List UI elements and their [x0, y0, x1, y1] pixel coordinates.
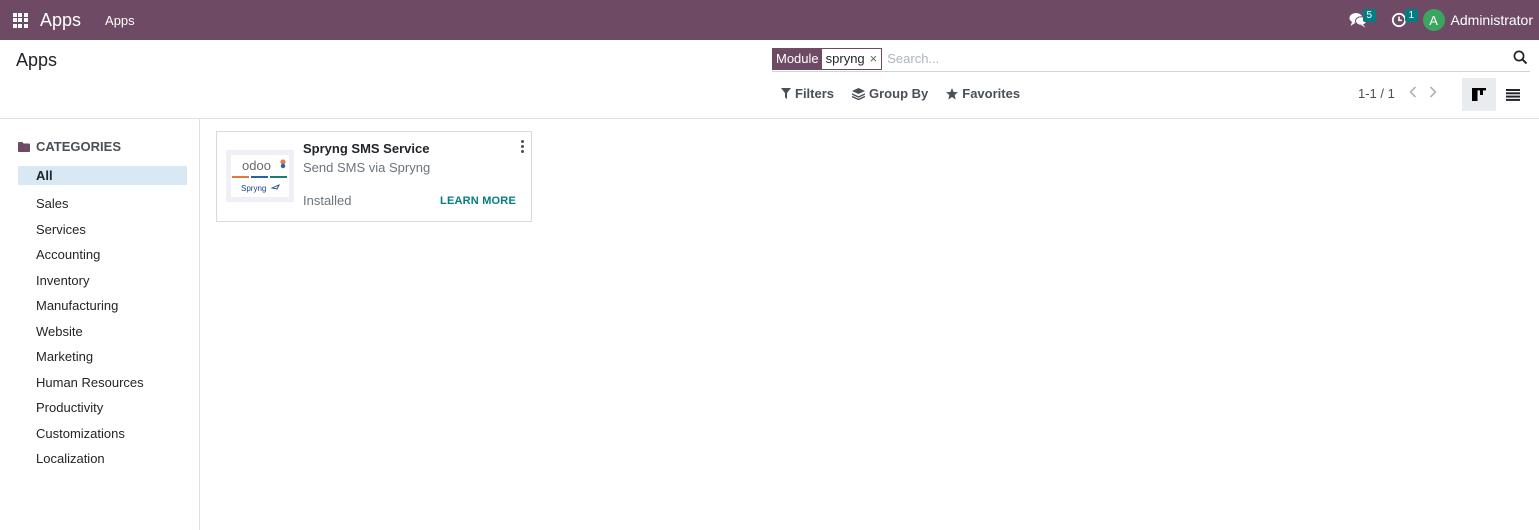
- list-icon: [1506, 88, 1520, 101]
- kanban-icon: [1472, 88, 1486, 101]
- kanban-view-button[interactable]: [1462, 78, 1496, 111]
- facet-value: spryng: [825, 50, 865, 66]
- page-title: Apps: [16, 50, 58, 70]
- nav-menu-apps[interactable]: Apps: [105, 13, 135, 28]
- category-human-resources[interactable]: Human Resources: [18, 370, 187, 396]
- favorites-button[interactable]: Favorites: [946, 86, 1020, 101]
- category-website[interactable]: Website: [18, 319, 187, 345]
- spryng-logo-icon: odoo Spryng: [226, 150, 294, 202]
- categories-header: CATEGORIES: [18, 139, 121, 154]
- pager-previous-icon[interactable]: [1409, 86, 1417, 101]
- logo-text: odoo: [242, 158, 271, 173]
- activities-button[interactable]: 1: [1377, 0, 1419, 40]
- app-title: Spryng SMS Service: [303, 141, 430, 156]
- search-options: Filters Group By Favorites: [781, 86, 1038, 101]
- list-view-button[interactable]: [1496, 78, 1530, 111]
- facet-value-wrap: spryng ×: [821, 48, 882, 69]
- app-card[interactable]: odoo Spryng Spryng SMS Service Send SMS …: [216, 131, 532, 222]
- category-accounting[interactable]: Accounting: [18, 242, 187, 268]
- search-icon[interactable]: [1513, 50, 1528, 68]
- app-summary: Send SMS via Spryng: [303, 160, 431, 175]
- filters-label: Filters: [795, 86, 835, 101]
- app-menu-icon[interactable]: [2, 0, 38, 40]
- category-services[interactable]: Services: [18, 217, 187, 243]
- avatar: A: [1422, 9, 1445, 31]
- category-sales[interactable]: Sales: [18, 191, 187, 217]
- group-by-label: Group By: [869, 86, 929, 101]
- category-manufacturing[interactable]: Manufacturing: [18, 293, 187, 319]
- category-customizations[interactable]: Customizations: [18, 421, 187, 447]
- facet-label: Module: [773, 48, 822, 69]
- category-list: All Sales Services Accounting Inventory …: [18, 166, 187, 472]
- app-icon: odoo Spryng: [226, 150, 294, 202]
- top-navbar: Apps Apps 5 1 A Administrator: [0, 0, 1539, 40]
- category-inventory[interactable]: Inventory: [18, 268, 187, 294]
- kanban-view: odoo Spryng Spryng SMS Service Send SMS …: [200, 119, 1539, 530]
- user-menu[interactable]: A Administrator: [1417, 9, 1539, 31]
- card-menu-icon[interactable]: [519, 140, 525, 153]
- folder-icon: [18, 141, 30, 152]
- control-panel: Apps Module spryng × Filters Group By Fa…: [0, 40, 1539, 119]
- filter-icon: [781, 88, 791, 99]
- pager: 1-1 / 1: [1358, 86, 1437, 101]
- facet-close-icon[interactable]: ×: [870, 49, 878, 69]
- app-status: Installed: [303, 193, 352, 208]
- activities-count-badge: 1: [1404, 9, 1419, 22]
- group-by-button[interactable]: Group By: [852, 86, 928, 101]
- star-icon: [946, 87, 959, 99]
- app-brand[interactable]: Apps: [40, 10, 81, 31]
- search-bar: Module spryng ×: [772, 46, 1530, 72]
- category-localization[interactable]: Localization: [18, 446, 187, 472]
- view-switcher: [1462, 78, 1530, 111]
- messages-count-badge: 5: [1362, 9, 1377, 22]
- search-facet[interactable]: Module spryng ×: [772, 47, 883, 70]
- learn-more-button[interactable]: LEARN MORE: [440, 195, 516, 207]
- favorites-label: Favorites: [962, 86, 1021, 101]
- categories-header-label: CATEGORIES: [36, 139, 121, 154]
- filters-button[interactable]: Filters: [781, 86, 834, 101]
- logo-sub-text: Spryng: [241, 184, 266, 193]
- search-input[interactable]: [887, 51, 1488, 66]
- pager-value[interactable]: 1-1 / 1: [1358, 86, 1395, 101]
- layers-icon: [852, 87, 866, 100]
- messages-button[interactable]: 5: [1339, 0, 1377, 40]
- pager-next-icon[interactable]: [1429, 86, 1437, 101]
- category-productivity[interactable]: Productivity: [18, 395, 187, 421]
- user-name: Administrator: [1450, 12, 1533, 28]
- category-sidebar: CATEGORIES All Sales Services Accounting…: [0, 119, 200, 530]
- category-marketing[interactable]: Marketing: [18, 344, 187, 370]
- category-all[interactable]: All: [18, 166, 187, 185]
